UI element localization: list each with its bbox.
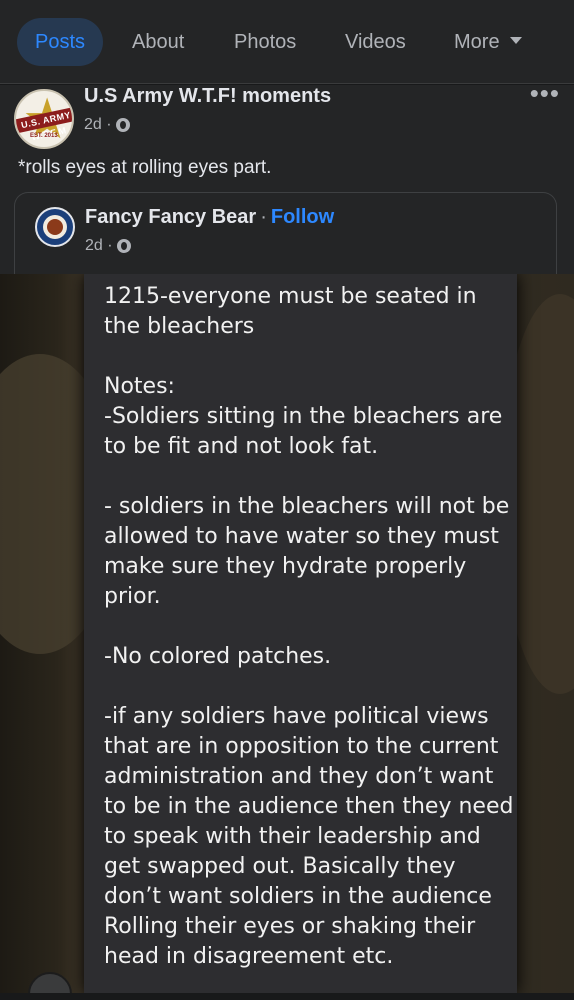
shared-author-name[interactable]: Fancy Fancy Bear: [85, 206, 256, 228]
message-note: -Soldiers sitting in the bleachers are t…: [104, 404, 503, 459]
post-time[interactable]: 2d ·: [84, 116, 112, 134]
tab-about[interactable]: About: [132, 18, 184, 66]
post-meta: 2d ·: [84, 116, 130, 134]
bottom-edge: [0, 993, 574, 1000]
post: ★ U.S. ARMY W.T.F.M EST. 2013 U.S Army W…: [0, 80, 574, 1000]
shared-author-avatar[interactable]: [35, 207, 75, 247]
message-note: -No colored patches.: [104, 644, 332, 669]
message-note: -if any soldiers have political views th…: [104, 704, 514, 969]
profile-tab-bar: Posts About Photos Videos More: [0, 0, 574, 84]
post-text: *rolls eyes at rolling eyes part.: [18, 157, 272, 178]
bear-icon: [47, 219, 63, 235]
message-note: - soldiers in the bleachers will not be …: [104, 494, 510, 609]
avatar-est-text: EST. 2013: [30, 133, 58, 139]
phone-screen: 1215-everyone must be seated in the blea…: [84, 274, 517, 994]
photo-message: 1215-everyone must be seated in the blea…: [104, 282, 514, 994]
tab-posts[interactable]: Posts: [17, 18, 103, 66]
separator-dot: ·: [260, 206, 267, 228]
post-author[interactable]: U.S Army W.T.F! moments: [84, 85, 331, 108]
globe-icon: [115, 118, 130, 132]
message-line: 1215-everyone must be seated in the blea…: [104, 284, 477, 339]
message-notes-heading: Notes:: [104, 374, 175, 399]
follow-button[interactable]: Follow: [271, 206, 334, 228]
page-avatar[interactable]: ★ U.S. ARMY W.T.F.M EST. 2013: [14, 89, 74, 149]
tab-more[interactable]: More: [454, 18, 522, 66]
globe-icon: [116, 239, 131, 253]
shared-author-line: Fancy Fancy Bear · Follow: [85, 206, 334, 229]
chevron-down-icon: [509, 37, 522, 45]
post-photo[interactable]: 1215-everyone must be seated in the blea…: [0, 274, 574, 994]
shared-meta: 2d ·: [85, 237, 131, 255]
tab-more-label: More: [454, 31, 500, 53]
shared-time[interactable]: 2d ·: [85, 237, 113, 255]
tab-photos[interactable]: Photos: [234, 18, 296, 66]
more-options-icon[interactable]: •••: [530, 80, 560, 106]
tab-videos[interactable]: Videos: [345, 18, 406, 66]
